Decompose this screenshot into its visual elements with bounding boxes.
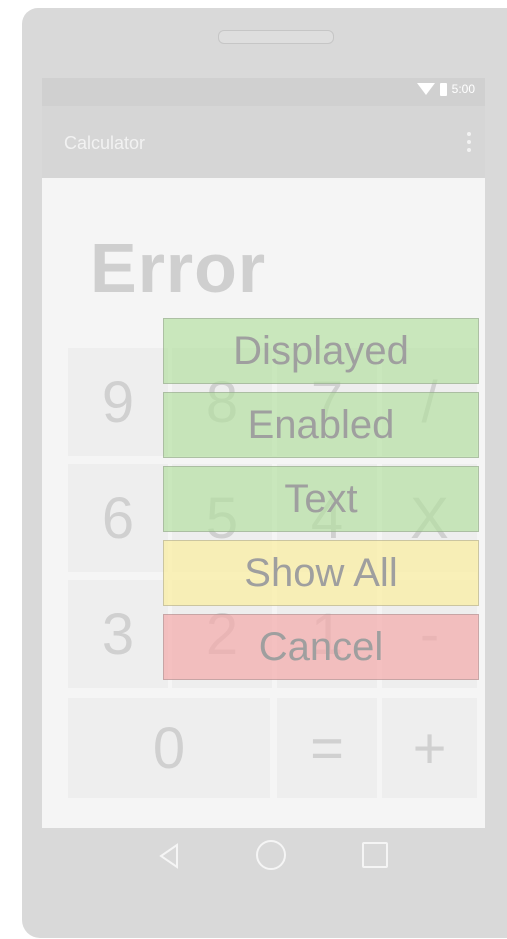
more-vert-icon[interactable]: [467, 132, 471, 152]
nav-bar: [20, 820, 463, 890]
overlay-displayed-button[interactable]: Displayed: [163, 318, 479, 384]
status-time: 5:00: [451, 82, 475, 96]
key-6[interactable]: 6: [68, 464, 168, 572]
back-icon[interactable]: [158, 843, 180, 869]
key-9[interactable]: 9: [68, 348, 168, 456]
home-icon[interactable]: [256, 840, 286, 870]
app-toolbar: Calculator: [42, 106, 485, 178]
battery-icon: [439, 82, 447, 96]
key-plus[interactable]: +: [382, 698, 477, 798]
recents-icon[interactable]: [362, 842, 388, 868]
overlay-text-button[interactable]: Text: [163, 466, 479, 532]
speaker-grille: [218, 30, 334, 44]
app-title: Calculator: [64, 133, 146, 153]
key-3[interactable]: 3: [68, 580, 168, 688]
key-0[interactable]: 0: [68, 698, 270, 798]
calculator-display: Error: [90, 229, 267, 307]
overlay-enabled-button[interactable]: Enabled: [163, 392, 479, 458]
wifi-icon: [416, 83, 435, 95]
overlay-cancel-button[interactable]: Cancel: [163, 614, 479, 680]
key-equals[interactable]: =: [277, 698, 377, 798]
overlay-show-all-button[interactable]: Show All: [163, 540, 479, 606]
status-bar: 5:00: [42, 78, 485, 106]
